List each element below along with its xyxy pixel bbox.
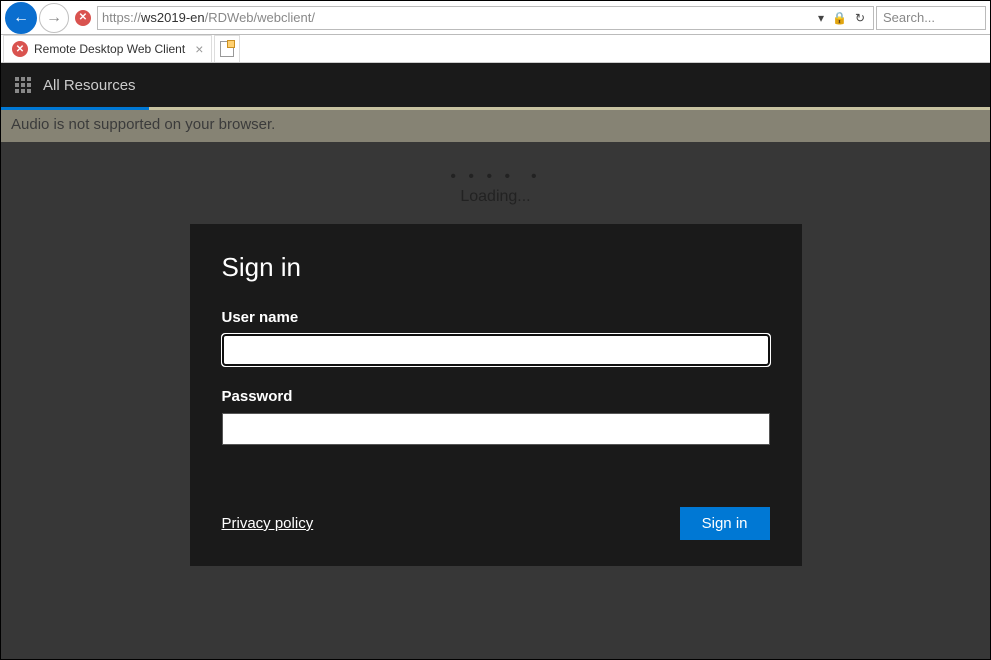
url-path: /RDWeb/webclient/ [205,10,315,25]
tab-favicon-icon: ✕ [12,41,28,57]
modal-overlay: • • • • • Loading... Sign in User name P… [1,110,990,659]
password-label: Password [222,388,770,405]
loading-indicator: • • • • • Loading... [450,168,540,206]
signin-button[interactable]: Sign in [680,507,770,540]
username-label: User name [222,309,770,326]
new-tab-button[interactable] [214,35,240,62]
back-arrow-icon: ← [13,9,29,27]
page-content: All Resources Audio is not supported on … [1,63,990,659]
browser-toolbar: ← → ✕ https://ws2019-en/RDWeb/webclient/… [1,1,990,35]
url-text: https://ws2019-en/RDWeb/webclient/ [102,10,814,25]
tab-title: Remote Desktop Web Client [34,42,185,56]
url-dropdown-icon[interactable]: ▾ [818,11,824,25]
loading-text: Loading... [450,188,540,206]
tab-strip: ✕ Remote Desktop Web Client × [1,35,990,63]
back-button[interactable]: ← [5,2,37,34]
signin-dialog: Sign in User name Password Privacy polic… [190,224,802,566]
url-host: ws2019-en [141,10,205,25]
site-identity-icon[interactable]: ✕ [75,10,91,26]
refresh-icon[interactable]: ↻ [855,11,865,25]
forward-button[interactable]: → [39,3,69,33]
app-header: All Resources [1,63,990,107]
all-resources-tab[interactable]: All Resources [43,77,136,94]
url-controls: ▾ 🔒 ↻ [814,11,869,25]
url-protocol: https:// [102,10,141,25]
loading-dots-icon: • • • • • [450,168,540,186]
new-tab-icon [220,41,234,57]
username-input[interactable] [222,334,770,366]
lock-icon[interactable]: 🔒 [832,11,847,25]
signin-title: Sign in [222,252,770,283]
tab-close-button[interactable]: × [195,41,203,57]
password-input[interactable] [222,413,770,445]
tab-remote-desktop[interactable]: ✕ Remote Desktop Web Client × [3,35,212,62]
privacy-policy-link[interactable]: Privacy policy [222,515,314,532]
address-bar[interactable]: https://ws2019-en/RDWeb/webclient/ ▾ 🔒 ↻ [97,6,874,30]
signin-footer: Privacy policy Sign in [222,507,770,540]
search-placeholder: Search... [883,10,935,25]
waffle-icon[interactable] [15,77,31,93]
forward-arrow-icon: → [46,9,62,27]
search-box[interactable]: Search... [876,6,986,30]
